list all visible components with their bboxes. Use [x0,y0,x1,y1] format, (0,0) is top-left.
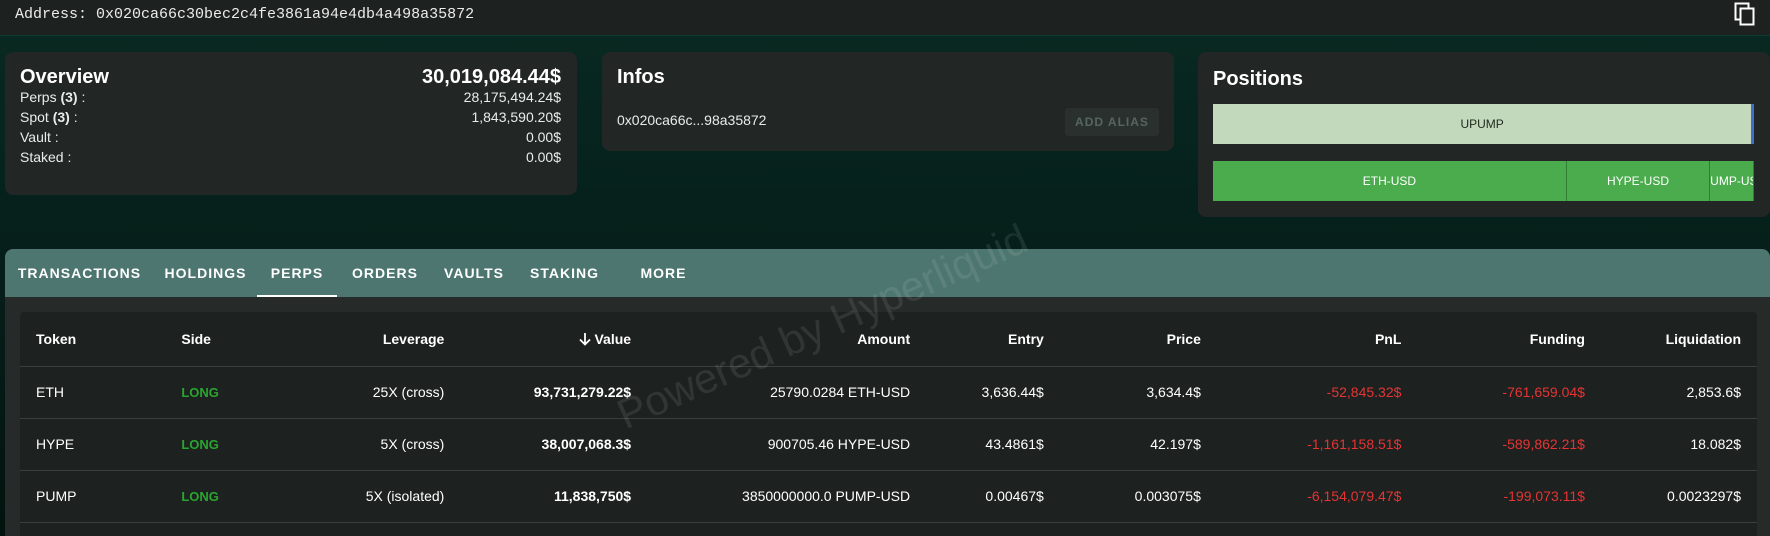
overview-total: 30,019,084.44$ [421,66,561,88]
cell-liquidation: 2,853.6$ [1600,366,1757,419]
cell-amount: 900705.46 HYPE-USD [647,418,927,471]
address-bar: Address: 0x020ca66c30bec2c4fe3861a94e4db… [0,0,1770,36]
table-row[interactable]: PUMP LONG 5X (isolated) 11,838,750$ 3850… [20,470,1757,523]
table-row[interactable]: ETH LONG 25X (cross) 93,731,279.22$ 2579… [20,366,1757,419]
cell-price: 42.197$ [1059,418,1217,471]
overview-row-spot: Spot (3) : 1,843,590.20$ [20,109,561,129]
short-address: 0x020ca66c...98a35872 [617,112,767,128]
table-header-row: Token Side Leverage Value Amount Entry P… [20,312,1757,367]
perp-position-label: UMP-US [1710,174,1754,188]
overview-row-value: 0.00$ [525,129,561,145]
column-header-liquidation[interactable]: Liquidation [1600,312,1757,367]
column-header-leverage[interactable]: Leverage [289,312,461,367]
perp-position-label: HYPE-USD [1606,174,1669,188]
cell-pnl: -6,154,079.47$ [1216,470,1418,523]
cell-token: PUMP [20,470,166,523]
cell-liquidation: 18.082$ [1600,418,1757,471]
tab-orders[interactable]: ORDERS [337,249,433,297]
cell-value: 11,838,750$ [460,470,648,523]
column-header-value-label: Value [594,330,632,347]
cell-token: HYPE [20,418,166,471]
cell-entry: 43.4861$ [926,418,1060,471]
cell-funding: -761,659.04$ [1417,366,1601,419]
tab-perps[interactable]: PERPS [257,249,337,297]
perp-position-segment[interactable]: ETH-USD [1213,161,1567,201]
overview-row-perps: Perps (3) : 28,175,494.24$ [20,89,561,109]
cell-side: LONG [165,418,290,471]
cell-side: LONG [165,470,290,523]
overview-title: Overview [20,66,109,88]
sort-descending-icon [579,332,592,346]
overview-row-value: 1,843,590.20$ [471,109,561,125]
overview-row-label: Staked : [20,149,72,165]
column-header-value[interactable]: Value [460,312,648,367]
column-header-price[interactable]: Price [1059,312,1217,367]
positions-title: Positions [1213,68,1304,90]
cell-entry: 0.00467$ [926,470,1060,523]
overview-row-value: 28,175,494.24$ [463,89,561,105]
tab-transactions[interactable]: TRANSACTIONS [5,249,154,297]
cell-side: LONG [165,366,290,419]
cell-leverage: 5X (isolated) [289,470,461,523]
cell-entry: 3,636.44$ [926,366,1060,419]
tab-vaults[interactable]: VAULTS [433,249,515,297]
perp-position-label: ETH-USD [1362,174,1417,188]
overview-card: Overview 30,019,084.44$ Perps (3) : 28,1… [5,52,577,195]
column-header-token[interactable]: Token [20,312,166,367]
perps-table-container: Token Side Leverage Value Amount Entry P… [5,297,1770,536]
cell-funding: -589,862.21$ [1417,418,1601,471]
perp-position-segment[interactable]: HYPE-USD [1566,161,1711,201]
cell-token: ETH [20,366,166,419]
column-header-entry[interactable]: Entry [926,312,1060,367]
column-header-funding[interactable]: Funding [1417,312,1601,367]
cell-value: 38,007,068.3$ [460,418,648,471]
infos-title: Infos [617,66,665,88]
infos-card: Infos 0x020ca66c...98a35872 ADD ALIAS [602,52,1174,151]
wallet-address: Address: 0x020ca66c30bec2c4fe3861a94e4db… [15,6,475,23]
tab-bar: TRANSACTIONS HOLDINGS PERPS ORDERS VAULT… [5,249,713,297]
cell-leverage: 5X (cross) [289,418,461,471]
overview-row-vault: Vault : 0.00$ [20,129,561,149]
cell-amount: 3850000000.0 PUMP-USD [647,470,927,523]
spot-position-bar[interactable]: UPUMP [1213,104,1755,144]
spot-position-label: UPUMP [1460,117,1504,131]
overview-row-suffix: : [69,109,78,125]
positions-card: Positions UPUMP ETH-USD HYPE-USD UMP-US [1198,52,1770,217]
overview-row-count: (3) [52,109,70,125]
table-row[interactable]: HYPE LONG 5X (cross) 38,007,068.3$ 90070… [20,418,1757,471]
cell-liquidation: 0.0023297$ [1600,470,1757,523]
overview-row-label: Spot [20,109,49,125]
tab-holdings[interactable]: HOLDINGS [154,249,257,297]
tab-staking[interactable]: STAKING [515,249,614,297]
overview-row-suffix: : [77,89,86,105]
copy-icon[interactable] [1734,2,1756,26]
cell-pnl: -1,161,158.51$ [1216,418,1418,471]
overview-row-label: Vault : [20,129,59,145]
column-header-pnl[interactable]: PnL [1216,312,1418,367]
perps-table-card: Token Side Leverage Value Amount Entry P… [20,312,1757,536]
cell-price: 3,634.4$ [1059,366,1217,419]
cell-pnl: -52,845.32$ [1216,366,1418,419]
cell-value: 93,731,279.22$ [460,366,648,419]
perp-position-segment[interactable]: UMP-US [1710,161,1754,201]
column-header-side[interactable]: Side [165,312,290,367]
cell-funding: -199,073.11$ [1417,470,1601,523]
tab-more[interactable]: MORE [614,249,713,297]
column-header-amount[interactable]: Amount [647,312,927,367]
perp-position-bars: ETH-USD HYPE-USD UMP-US [1213,161,1754,201]
overview-row-label: Perps [20,89,57,105]
overview-row-value: 0.00$ [525,149,561,165]
perps-table: Token Side Leverage Value Amount Entry P… [20,312,1757,523]
cell-amount: 25790.0284 ETH-USD [647,366,927,419]
overview-row-staked: Staked : 0.00$ [20,149,561,169]
cell-leverage: 25X (cross) [289,366,461,419]
add-alias-button[interactable]: ADD ALIAS [1065,108,1159,136]
overview-row-count: (3) [60,89,78,105]
cell-price: 0.003075$ [1059,470,1217,523]
